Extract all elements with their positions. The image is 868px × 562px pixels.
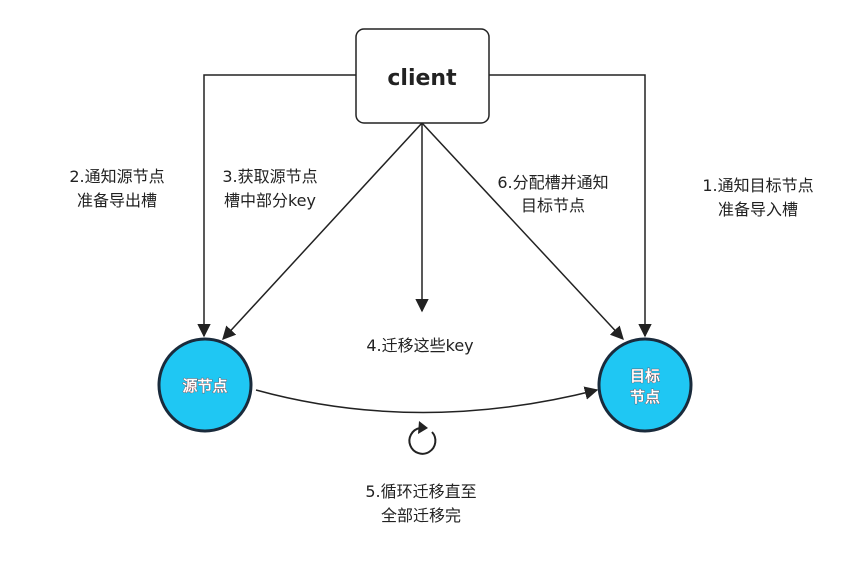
step5-label: 5.循环迁移直至 全部迁移完 bbox=[365, 482, 476, 525]
step1-line1: 1.通知目标节点 bbox=[702, 176, 813, 195]
step1-label: 1.通知目标节点 准备导入槽 bbox=[702, 176, 813, 219]
step3-label: 3.获取源节点 槽中部分key bbox=[222, 167, 317, 210]
step1-line2: 准备导入槽 bbox=[718, 200, 798, 219]
step5-line2: 全部迁移完 bbox=[381, 506, 461, 525]
step5-line1: 5.循环迁移直至 bbox=[365, 482, 476, 501]
client-label: client bbox=[387, 66, 457, 91]
target-node-label-line1: 目标 bbox=[630, 367, 660, 385]
step2-label: 2.通知源节点 准备导出槽 bbox=[69, 167, 164, 210]
step3-line2: 槽中部分key bbox=[224, 191, 316, 210]
source-node: 源节点 bbox=[157, 337, 253, 433]
step2-line1: 2.通知源节点 bbox=[69, 167, 164, 186]
target-node: 目标 节点 bbox=[597, 337, 693, 433]
edge-get-keys bbox=[222, 122, 423, 340]
edges bbox=[197, 74, 652, 414]
step4-line1: 4.迁移这些key bbox=[366, 336, 473, 355]
step4-label: 4.迁移这些key bbox=[366, 336, 473, 355]
refresh-icon bbox=[408, 421, 437, 455]
edge-assign-slots bbox=[421, 122, 624, 340]
target-node-label-line2: 节点 bbox=[630, 388, 660, 406]
edge-source-to-target bbox=[255, 386, 599, 414]
step3-line1: 3.获取源节点 bbox=[222, 167, 317, 186]
step6-line2: 目标节点 bbox=[521, 196, 585, 215]
source-node-label: 源节点 bbox=[182, 377, 227, 395]
step6-label: 6.分配槽并通知 目标节点 bbox=[497, 173, 608, 215]
step6-line1: 6.分配槽并通知 bbox=[497, 173, 608, 192]
step2-line2: 准备导出槽 bbox=[77, 191, 157, 210]
migration-diagram: client 源节点 目标 节点 2.通知源节点 准备导出槽 3.获取源节点 槽… bbox=[69, 28, 814, 525]
client-box: client bbox=[355, 28, 490, 124]
